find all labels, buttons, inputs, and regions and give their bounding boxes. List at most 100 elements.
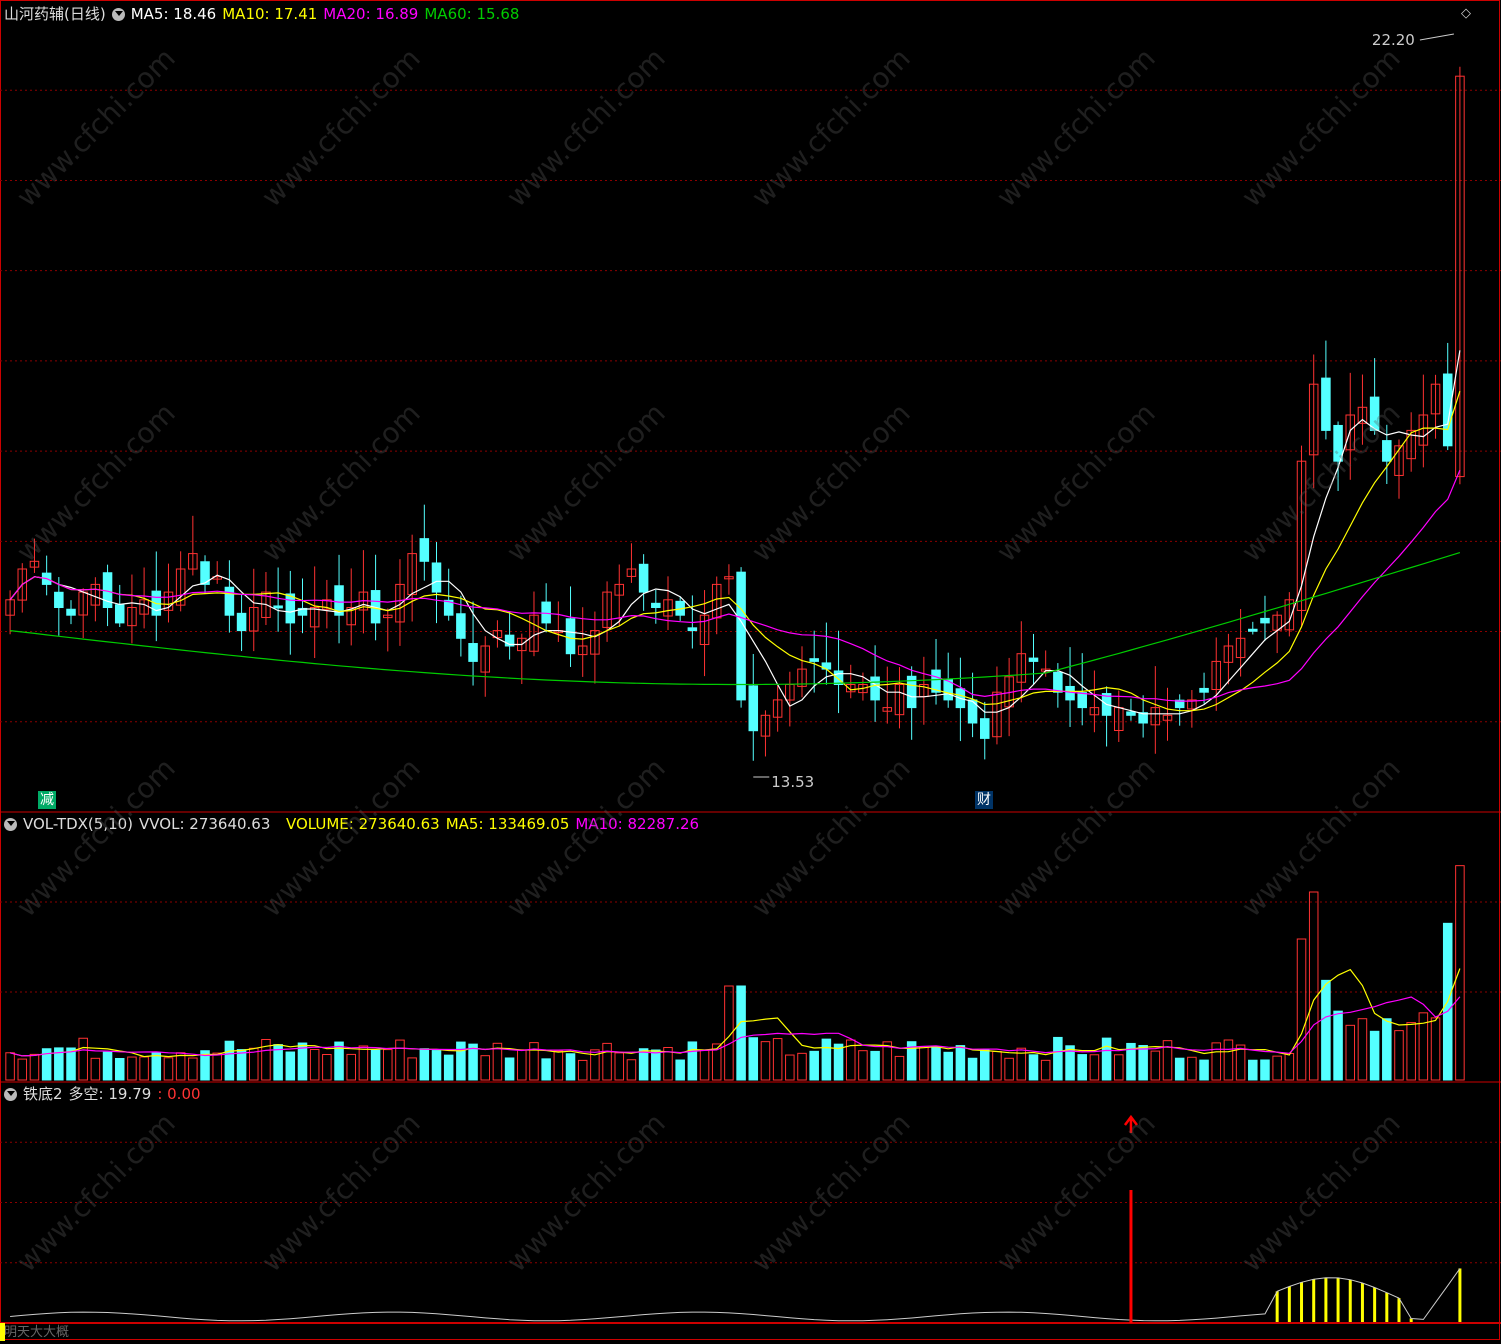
volume-bar <box>1308 891 1319 1081</box>
volume-bar <box>565 1053 576 1081</box>
up-arrow-icon <box>1123 1114 1138 1133</box>
low-annotation: 13.53 <box>771 773 814 791</box>
volume-bar <box>1114 1054 1124 1081</box>
candle-body <box>273 605 283 609</box>
volume-bar <box>858 1050 868 1081</box>
candle-body <box>638 563 649 593</box>
volume-bar <box>1138 1045 1148 1081</box>
volume-bar <box>346 1053 356 1081</box>
high-annotation: 22.20 <box>1372 31 1415 49</box>
volume-bar <box>1455 865 1465 1081</box>
candle-body <box>1199 687 1209 693</box>
volume-bar <box>17 1058 28 1081</box>
volume-bar <box>541 1058 551 1081</box>
volume-bar <box>1369 1030 1380 1081</box>
candle-body <box>541 601 551 624</box>
volume-bar <box>919 1046 929 1081</box>
volume-bar <box>1040 1059 1051 1081</box>
candle-body <box>224 586 235 616</box>
candle-body <box>431 562 442 593</box>
volume-bar <box>1333 1010 1343 1081</box>
volume-bar <box>504 1057 515 1081</box>
volume-bar <box>785 1054 795 1081</box>
volume-bar <box>224 1040 235 1081</box>
volume-bar <box>821 1038 832 1081</box>
candle-body <box>66 608 76 616</box>
candle-body <box>1248 628 1258 632</box>
volume-bar <box>736 985 746 1081</box>
volume-bar <box>1430 1017 1441 1081</box>
volume-bar <box>979 1049 990 1081</box>
volume-bar <box>370 1049 381 1081</box>
candle-body <box>236 612 247 632</box>
volume-bar <box>797 1052 807 1081</box>
volume-bar <box>626 1059 637 1081</box>
volume-bar <box>1004 1057 1014 1081</box>
ma5-line <box>9 350 1461 715</box>
volume-bar <box>760 1041 771 1081</box>
volume-bar <box>139 1056 149 1081</box>
volume-bar <box>1187 1056 1197 1081</box>
volume-bar <box>675 1059 685 1081</box>
volume-bar <box>248 1047 259 1081</box>
volume-bar <box>407 1057 417 1081</box>
volume-bar <box>309 1048 320 1081</box>
volume-bar <box>66 1047 76 1081</box>
volume-bar <box>1382 1018 1392 1081</box>
volume-bar <box>943 1051 953 1081</box>
volume-bar <box>1345 1024 1356 1081</box>
volume-bar <box>358 1045 369 1081</box>
candle-body <box>468 643 478 662</box>
volume-bar <box>748 1037 759 1081</box>
volume-bar <box>517 1049 527 1081</box>
volume-bar <box>322 1054 332 1081</box>
volume-bar <box>1077 1054 1087 1081</box>
candle-body <box>456 613 466 639</box>
volume-bar <box>967 1057 978 1081</box>
volume-bar <box>553 1050 564 1081</box>
candle-body <box>419 538 430 562</box>
candle-body <box>1260 617 1270 624</box>
candle-body <box>1053 671 1063 693</box>
volume-bar <box>163 1057 174 1081</box>
volume-bar <box>687 1041 698 1081</box>
volume-bar <box>1174 1057 1185 1081</box>
ma20-line <box>9 469 1461 702</box>
candle-body <box>651 602 661 609</box>
candle-body <box>54 591 64 609</box>
volume-bar <box>151 1052 162 1081</box>
volume-bar <box>577 1059 588 1081</box>
volume-bar <box>127 1056 137 1081</box>
duokong-line <box>10 1268 1461 1322</box>
volume-bar <box>772 1038 783 1081</box>
candle-body <box>1369 396 1380 431</box>
volume-bar <box>699 1049 710 1081</box>
volume-bar <box>1260 1059 1270 1081</box>
volume-bar <box>1211 1042 1222 1081</box>
volume-bar <box>175 1052 186 1081</box>
volume-bar <box>212 1052 222 1081</box>
volume-bar <box>894 1055 905 1081</box>
volume-bar <box>833 1043 844 1081</box>
high-arrow <box>1419 33 1454 41</box>
volume-bar <box>1284 1052 1295 1081</box>
candle-body <box>1382 440 1392 462</box>
stock-chart[interactable]: 22.20 13.53 <box>0 0 1501 1341</box>
volume-bar <box>383 1049 393 1081</box>
volume-bar <box>443 1054 454 1081</box>
candle-body <box>1442 373 1453 447</box>
volume-bar <box>419 1048 430 1081</box>
chart-frame <box>0 0 1500 1340</box>
volume-bar <box>529 1042 539 1081</box>
candle-body <box>1126 711 1136 716</box>
volume-bar <box>809 1050 819 1081</box>
signal-marker <box>0 1323 5 1341</box>
volume-bar <box>1150 1050 1161 1081</box>
volume-bar <box>1101 1037 1112 1081</box>
candle-body <box>1065 685 1075 701</box>
volume-bar <box>1321 979 1331 1081</box>
volume-bar <box>29 1053 40 1081</box>
volume-bar <box>992 1050 1002 1081</box>
volume-bar <box>1406 1022 1416 1081</box>
volume-bar <box>102 1051 113 1081</box>
